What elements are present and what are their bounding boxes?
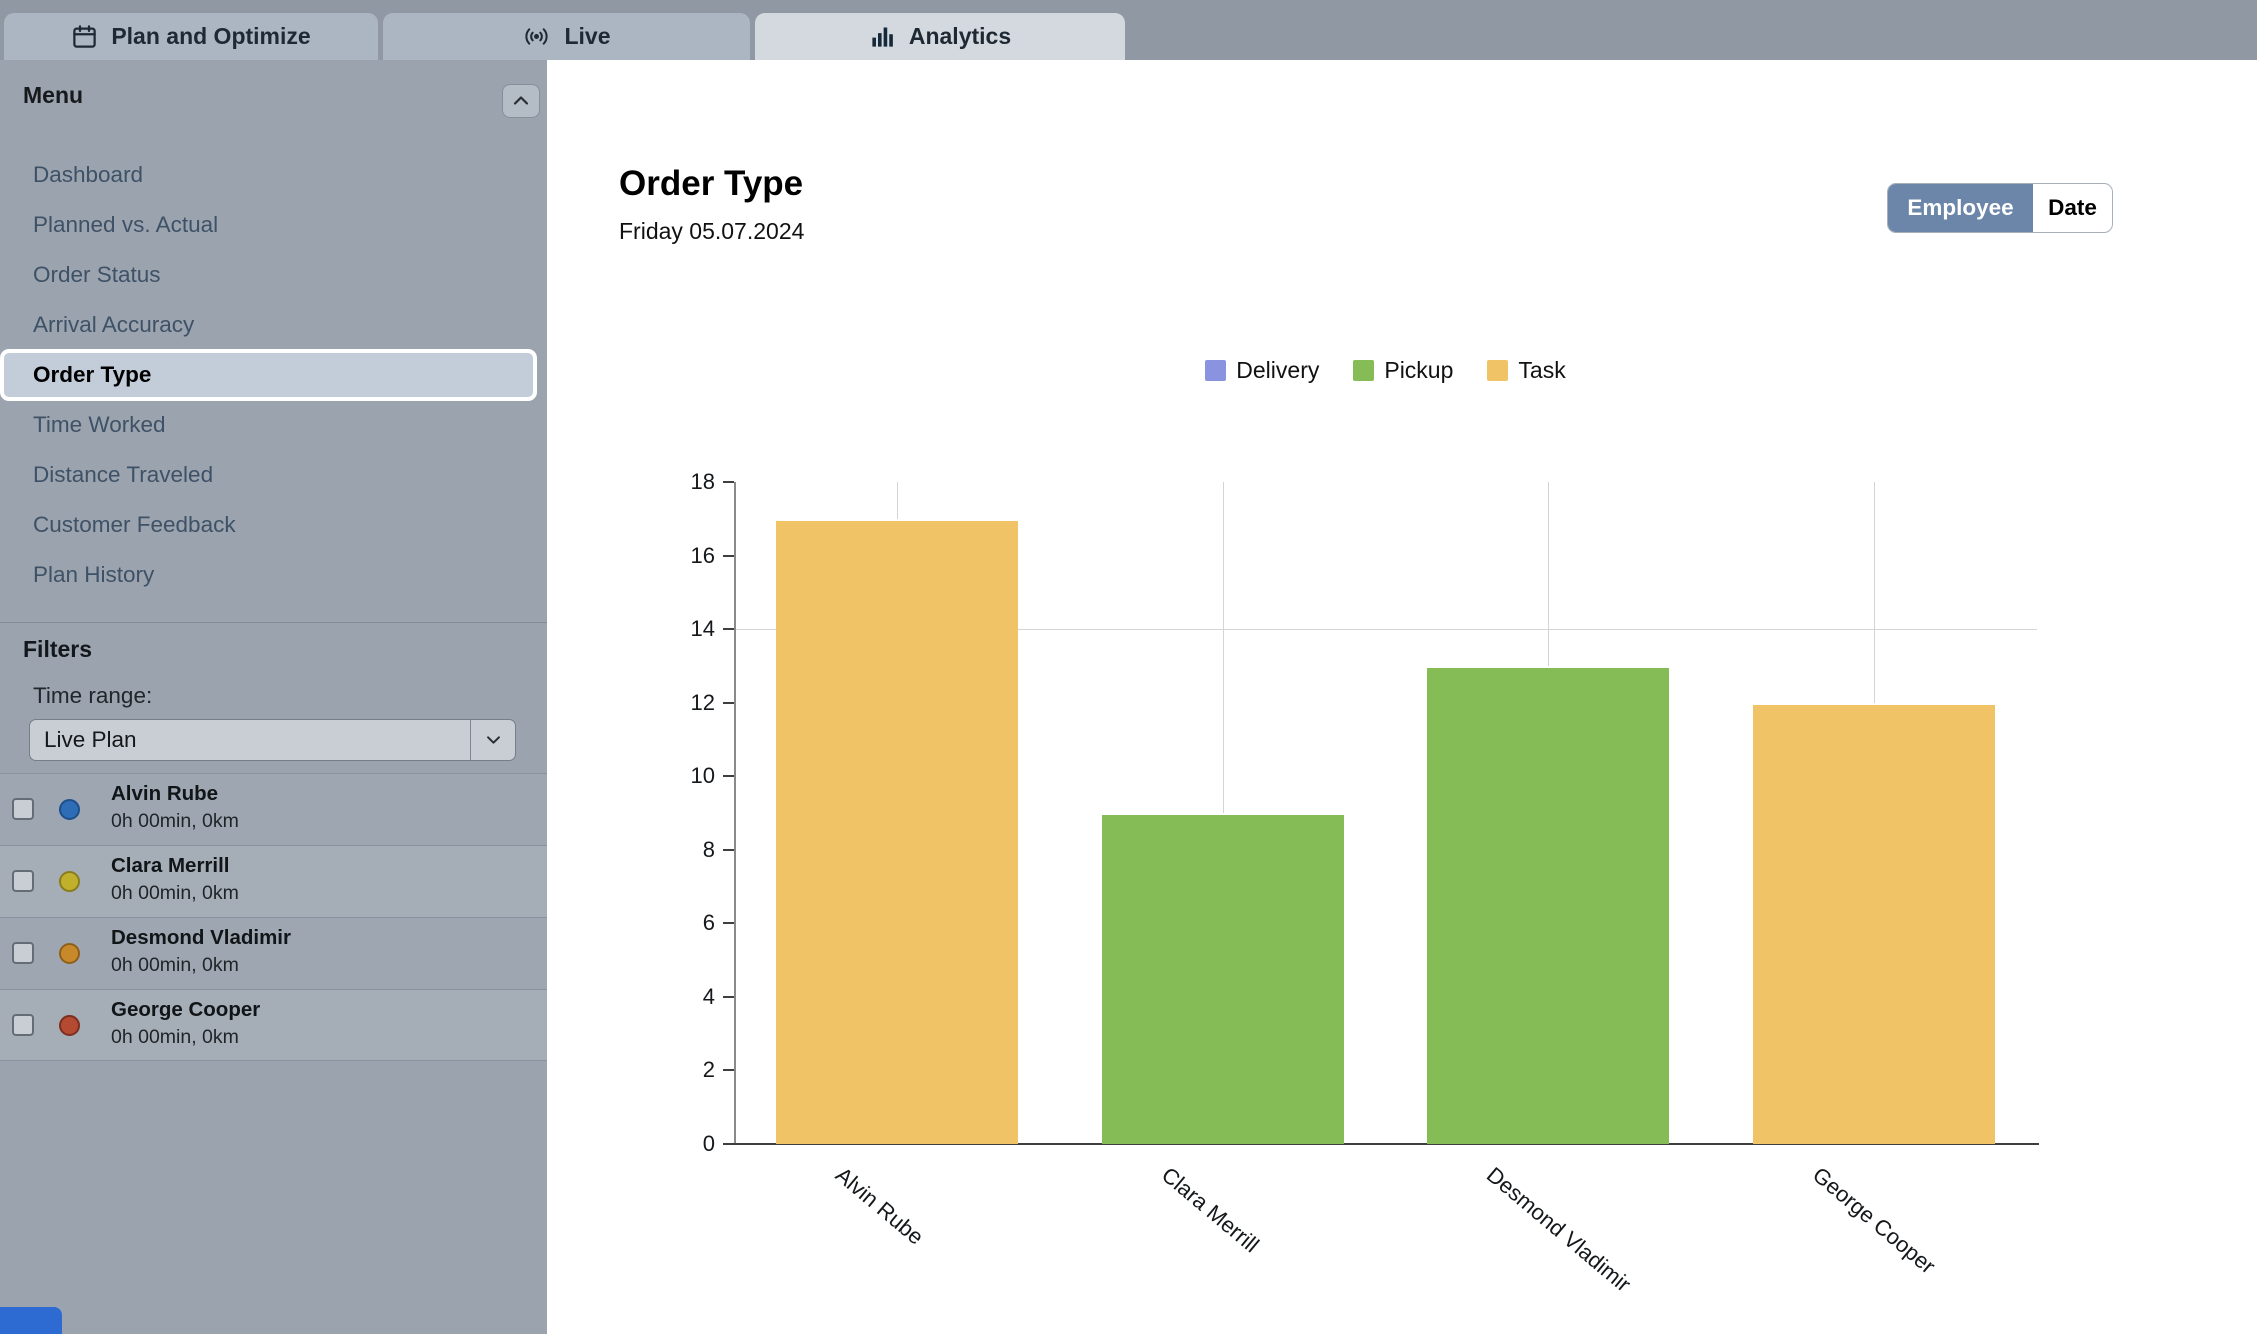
y-axis-tick-label: 8: [635, 835, 715, 865]
employee-color-dot: [59, 799, 80, 820]
employee-row-alvin-rube[interactable]: Alvin Rube 0h 00min, 0km: [0, 773, 547, 845]
x-axis-label-desmond-vladimir: Desmond Vladimir: [1481, 1162, 1635, 1297]
sidebar-item-plan-history[interactable]: Plan History: [0, 550, 547, 600]
employee-name: Alvin Rube: [111, 782, 218, 806]
employee-stats: 0h 00min, 0km: [111, 810, 239, 833]
employee-checkbox[interactable]: [12, 798, 34, 820]
y-axis-tick-mark: [723, 1069, 734, 1071]
y-axis-tick-label: 6: [635, 908, 715, 938]
time-range-select[interactable]: Live Plan: [29, 719, 516, 761]
top-tab-bar: Plan and Optimize Live Analytics: [0, 0, 2257, 60]
tab-label: Plan and Optimize: [111, 23, 310, 50]
y-axis-tick-mark: [723, 996, 734, 998]
bar-segment-task-alvin-rube: [776, 519, 1018, 1144]
y-axis-tick-mark: [723, 481, 734, 483]
tab-plan-and-optimize[interactable]: Plan and Optimize: [4, 13, 378, 60]
y-axis-tick-label: 12: [635, 688, 715, 718]
calendar-icon: [71, 23, 98, 50]
employee-stats: 0h 00min, 0km: [111, 882, 239, 905]
sidebar-item-customer-feedback[interactable]: Customer Feedback: [0, 500, 547, 550]
employee-row-clara-merrill[interactable]: Clara Merrill 0h 00min, 0km: [0, 845, 547, 917]
sidebar-item-time-worked[interactable]: Time Worked: [0, 400, 547, 450]
sidebar-item-distance-traveled[interactable]: Distance Traveled: [0, 450, 547, 500]
employee-name: George Cooper: [111, 998, 260, 1022]
y-axis-tick-label: 2: [635, 1055, 715, 1085]
employee-color-dot: [59, 1015, 80, 1036]
sidebar-item-order-status[interactable]: Order Status: [0, 250, 547, 300]
y-axis-tick-label: 4: [635, 982, 715, 1012]
sidebar: Menu DashboardPlanned vs. ActualOrder St…: [0, 60, 547, 1334]
time-range-value: Live Plan: [30, 727, 470, 753]
y-axis-tick-mark: [723, 922, 734, 924]
bar-chart-icon: [869, 23, 896, 50]
employee-list: Alvin Rube 0h 00min, 0km Clara Merrill 0h 0…: [0, 773, 547, 1061]
bar-segment-pickup-clara-merrill: [1102, 813, 1344, 1144]
employee-row-george-cooper[interactable]: George Cooper 0h 00min, 0km: [0, 989, 547, 1061]
y-axis-tick-label: 14: [635, 614, 715, 644]
bar-segment-task-george-cooper: [1753, 703, 1995, 1144]
y-axis-tick-label: 16: [635, 541, 715, 571]
chevron-down-icon: [470, 720, 515, 760]
employee-stats: 0h 00min, 0km: [111, 1026, 239, 1049]
employee-checkbox[interactable]: [12, 942, 34, 964]
collapse-menu-button[interactable]: [502, 84, 540, 118]
cut-off-blue-button[interactable]: [0, 1307, 62, 1334]
x-axis-label-george-cooper: George Cooper: [1807, 1162, 1940, 1279]
tab-label: Analytics: [909, 23, 1011, 50]
y-axis-tick-mark: [723, 775, 734, 777]
employee-checkbox[interactable]: [12, 870, 34, 892]
time-range-label: Time range:: [33, 683, 152, 709]
employee-color-dot: [59, 871, 80, 892]
sidebar-menu-list: DashboardPlanned vs. ActualOrder StatusA…: [0, 150, 547, 600]
y-axis-tick-label: 10: [635, 761, 715, 791]
y-axis-tick-mark: [723, 1143, 734, 1145]
menu-title: Menu: [23, 82, 83, 109]
filters-section: Filters Time range: Live Plan Alvin Rube…: [0, 622, 547, 1335]
y-axis-tick-mark: [723, 628, 734, 630]
live-signal-icon: [522, 23, 551, 50]
sidebar-item-planned-vs-actual[interactable]: Planned vs. Actual: [0, 200, 547, 250]
bar-segment-pickup-desmond-vladimir: [1427, 666, 1669, 1144]
employee-color-dot: [59, 943, 80, 964]
employee-name: Desmond Vladimir: [111, 926, 291, 950]
chevron-up-icon: [513, 94, 529, 109]
sidebar-item-arrival-accuracy[interactable]: Arrival Accuracy: [0, 300, 547, 350]
filters-title: Filters: [23, 636, 92, 663]
tab-analytics[interactable]: Analytics: [755, 13, 1125, 60]
y-axis-tick-mark: [723, 702, 734, 704]
sidebar-item-order-type[interactable]: Order Type: [0, 349, 537, 401]
y-axis-tick-mark: [723, 849, 734, 851]
employee-row-desmond-vladimir[interactable]: Desmond Vladimir 0h 00min, 0km: [0, 917, 547, 989]
employee-checkbox[interactable]: [12, 1014, 34, 1036]
tab-live[interactable]: Live: [383, 13, 750, 60]
employee-name: Clara Merrill: [111, 854, 230, 878]
x-axis-label-alvin-rube: Alvin Rube: [830, 1162, 928, 1250]
y-axis-tick-label: 0: [635, 1129, 715, 1159]
y-axis-line: [734, 482, 736, 1144]
employee-stats: 0h 00min, 0km: [111, 954, 239, 977]
y-axis-tick-mark: [723, 555, 734, 557]
y-axis-tick-label: 18: [635, 467, 715, 497]
main-content: Order Type Friday 05.07.2024 Employee Da…: [547, 60, 2257, 1334]
x-axis-label-clara-merrill: Clara Merrill: [1156, 1162, 1264, 1258]
sidebar-item-dashboard[interactable]: Dashboard: [0, 150, 547, 200]
order-type-chart: 0 2 4 6 8 10 12 14 16 18 Alvin Rube Clara Merrill De…: [547, 60, 2257, 1334]
tab-label: Live: [564, 23, 610, 50]
